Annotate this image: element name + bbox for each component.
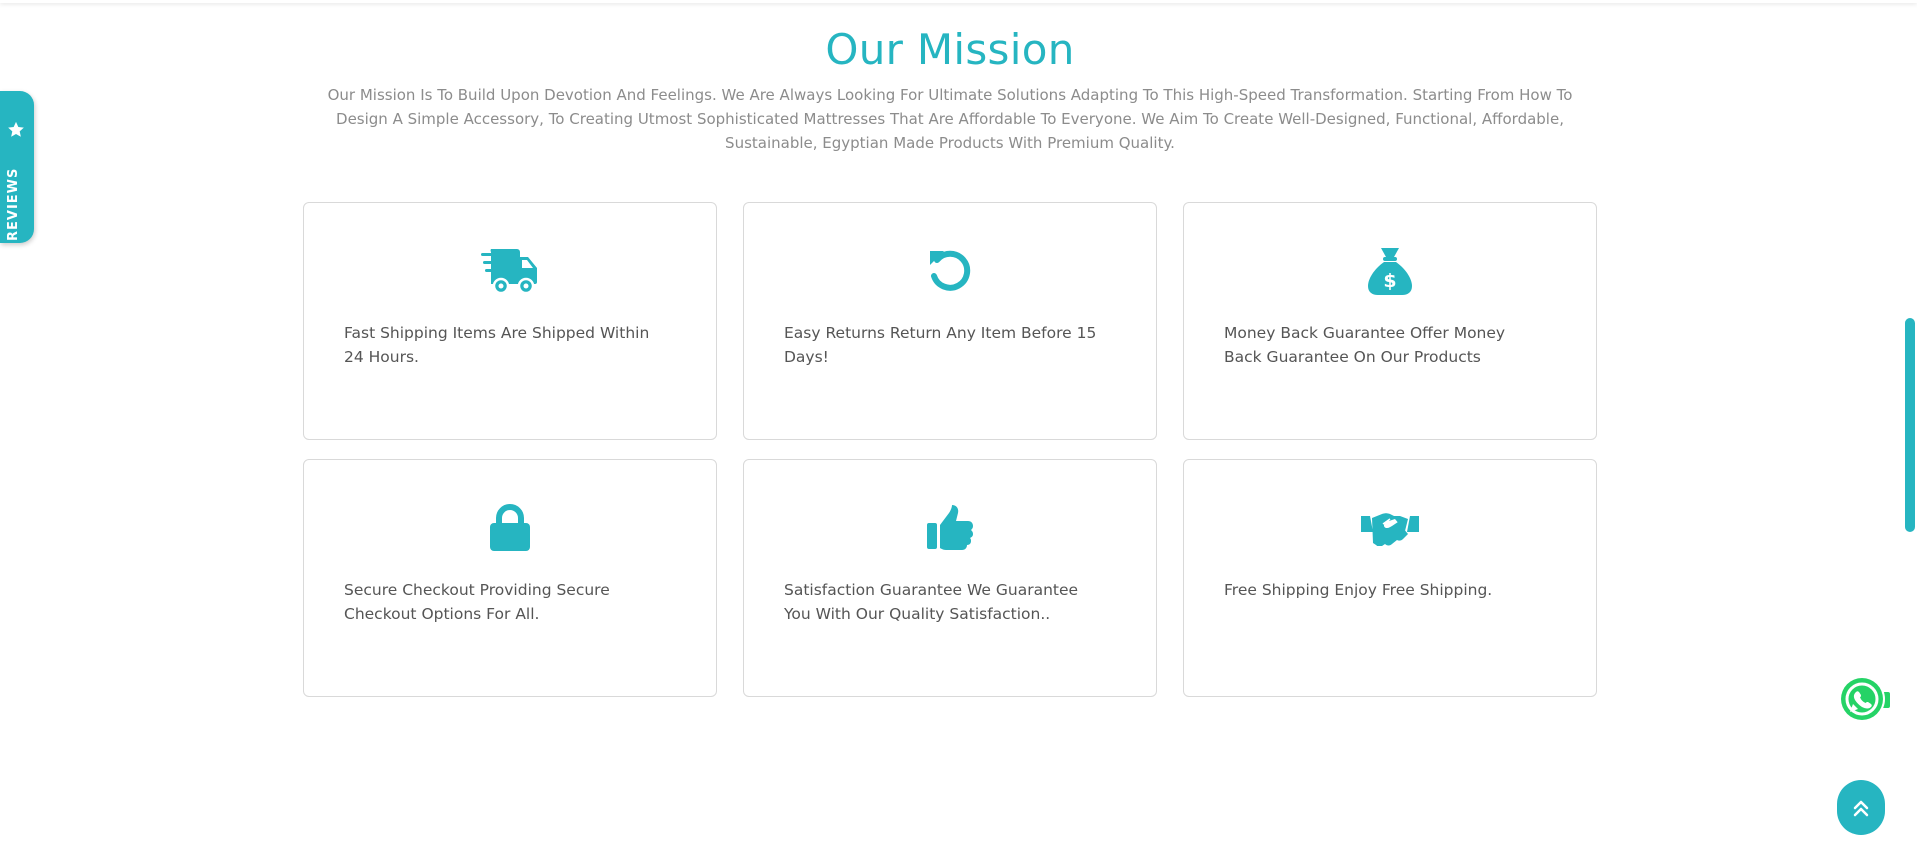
feature-text: Secure Checkout Providing Secure Checkou… [344, 581, 610, 623]
mission-description: Our Mission Is To Build Upon Devotion An… [327, 86, 1573, 152]
feature-text: Fast Shipping Items Are Shipped Within 2… [344, 324, 650, 366]
feature-card-free-shipping: Free Shipping Enjoy Free Shipping. [1183, 459, 1597, 697]
feature-text: Satisfaction Guarantee We Guarantee You … [784, 581, 1079, 623]
feature-text: Easy Returns Return Any Item Before 15 D… [784, 324, 1097, 366]
return-arrow-icon [744, 243, 1156, 299]
truck-icon [304, 243, 716, 299]
page-title: Our Mission [825, 25, 1075, 74]
feature-card-secure-checkout: Secure Checkout Providing Secure Checkou… [303, 459, 717, 697]
back-to-top-button[interactable] [1837, 780, 1885, 835]
double-chevron-up-icon [1853, 800, 1869, 816]
feature-text: Money Back Guarantee Offer Money Back Gu… [1224, 324, 1506, 366]
feature-card-fast-shipping: Fast Shipping Items Are Shipped Within 2… [303, 202, 717, 440]
reviews-tab-label: REVIEWS [6, 167, 21, 241]
money-bag-icon: $ [1184, 243, 1596, 299]
svg-text:$: $ [1383, 270, 1396, 292]
scrollbar-thumb[interactable] [1905, 318, 1915, 532]
whatsapp-button[interactable] [1838, 674, 1890, 724]
feature-card-easy-returns: Easy Returns Return Any Item Before 15 D… [743, 202, 1157, 440]
feature-card-satisfaction: Satisfaction Guarantee We Guarantee You … [743, 459, 1157, 697]
star-icon [8, 121, 24, 137]
page: Our Mission Our Mission Is To Build Upon… [0, 0, 1917, 846]
reviews-tab[interactable]: REVIEWS [0, 91, 34, 243]
thumbs-up-icon [744, 500, 1156, 556]
feature-text: Free Shipping Enjoy Free Shipping. [1224, 581, 1493, 599]
handshake-icon [1184, 500, 1596, 556]
feature-card-money-back: $ Money Back Guarantee Offer Money Back … [1183, 202, 1597, 440]
header-shadow [0, 0, 1917, 3]
lock-icon [304, 500, 716, 556]
whatsapp-icon [1839, 676, 1890, 722]
